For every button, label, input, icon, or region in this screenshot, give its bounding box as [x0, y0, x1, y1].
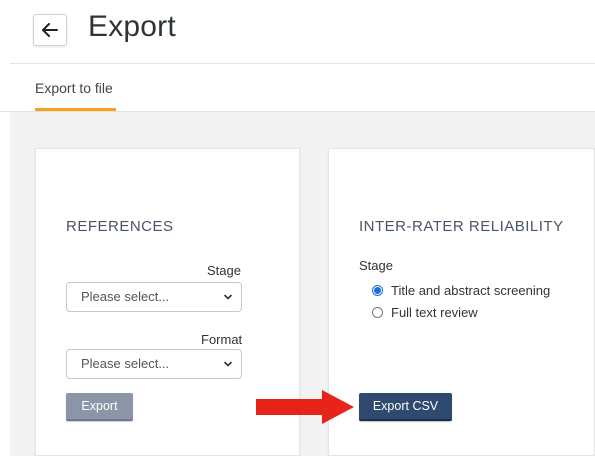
radio-label: Full text review: [391, 305, 478, 320]
chevron-down-icon: [224, 294, 232, 300]
radio-button-checked[interactable]: [372, 285, 383, 296]
arrow-left-icon: [42, 23, 58, 37]
format-select[interactable]: Please select...: [66, 349, 242, 379]
format-select-value: Please select...: [81, 356, 170, 371]
references-heading: REFERENCES: [66, 218, 174, 235]
radio-label: Title and abstract screening: [391, 283, 551, 298]
radio-full-text[interactable]: Full text review: [372, 305, 478, 320]
export-button[interactable]: Export: [66, 393, 133, 421]
tab-export-to-file[interactable]: Export to file: [35, 80, 113, 96]
page-header: Export: [0, 0, 595, 64]
page-title: Export: [88, 10, 176, 43]
export-csv-button[interactable]: Export CSV: [359, 393, 452, 421]
tab-bar: Export to file: [0, 64, 595, 112]
chevron-down-icon: [224, 361, 232, 367]
stage-label: Stage: [207, 263, 241, 278]
irr-card: INTER-RATER RELIABILITY Stage Title and …: [328, 148, 595, 456]
back-button[interactable]: [33, 14, 67, 46]
stage-select-value: Please select...: [81, 289, 170, 304]
format-label: Format: [201, 332, 243, 347]
radio-button[interactable]: [372, 307, 383, 318]
irr-stage-label: Stage: [359, 258, 393, 273]
irr-heading: INTER-RATER RELIABILITY: [359, 218, 564, 235]
red-arrow-annotation: [256, 390, 354, 424]
radio-title-abstract[interactable]: Title and abstract screening: [372, 283, 550, 298]
stage-select[interactable]: Please select...: [66, 282, 242, 312]
